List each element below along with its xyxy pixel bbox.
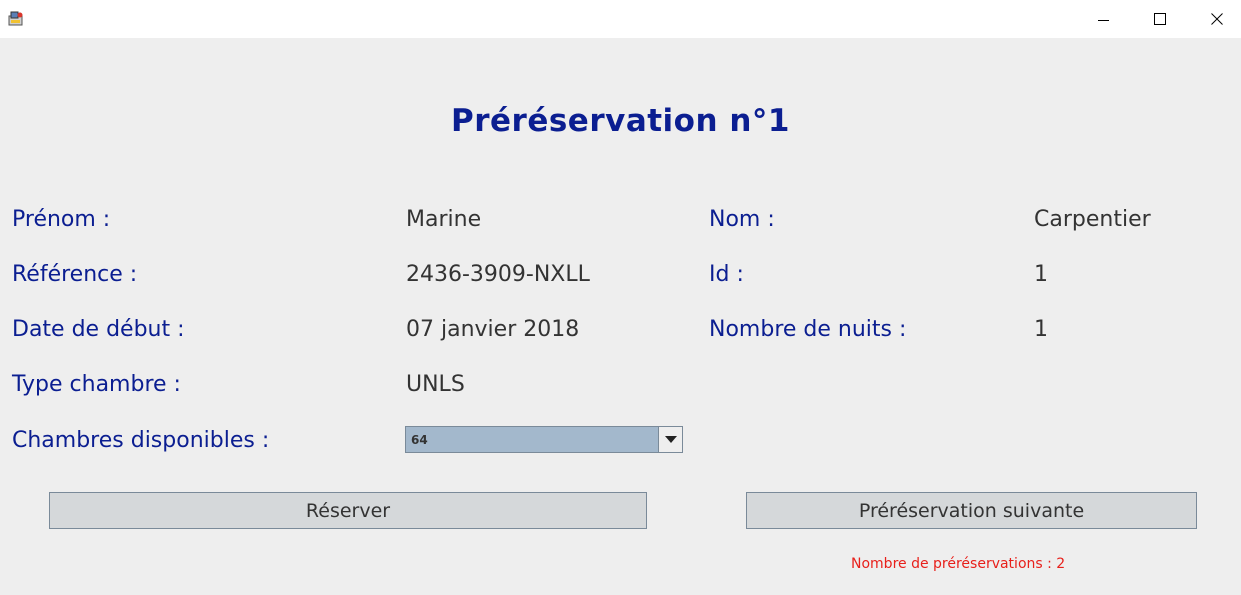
nombre-nuits-value: 1 (1034, 317, 1048, 342)
close-icon (1211, 13, 1223, 25)
chambres-disponibles-selected-value: 64 (411, 432, 428, 447)
date-debut-value: 07 janvier 2018 (406, 317, 580, 342)
id-label: Id : (709, 262, 744, 287)
date-debut-label: Date de début : (12, 317, 185, 342)
minimize-icon (1097, 19, 1109, 21)
preservation-suivante-button[interactable]: Préréservation suivante (746, 492, 1197, 529)
close-button[interactable] (1194, 0, 1240, 38)
maximize-icon (1154, 13, 1166, 25)
reserver-button[interactable]: Réserver (49, 492, 647, 529)
prenom-label: Prénom : (12, 207, 111, 232)
type-chambre-label: Type chambre : (12, 372, 181, 397)
page-title: Préréservation n°1 (451, 103, 790, 139)
maximize-button[interactable] (1137, 0, 1183, 38)
nombre-nuits-label: Nombre de nuits : (709, 317, 907, 342)
nom-value: Carpentier (1034, 207, 1151, 232)
java-app-icon (8, 11, 23, 26)
reference-label: Référence : (12, 262, 138, 287)
chambres-disponibles-select[interactable]: 64 (405, 426, 683, 453)
preservation-count-status: Nombre de préréservations : 2 (851, 556, 1066, 572)
title-bar (0, 0, 1241, 38)
minimize-button[interactable] (1080, 0, 1126, 38)
chevron-down-icon (664, 436, 677, 443)
id-value: 1 (1034, 262, 1048, 287)
reference-value: 2436-3909-NXLL (406, 262, 590, 287)
prenom-value: Marine (406, 207, 482, 232)
app-window: Préréservation n°1 Prénom : Marine Nom :… (0, 0, 1241, 595)
dropdown-arrow-button[interactable] (658, 427, 682, 452)
chambres-disponibles-label: Chambres disponibles : (12, 428, 270, 453)
type-chambre-value: UNLS (406, 372, 465, 397)
nom-label: Nom : (709, 207, 775, 232)
